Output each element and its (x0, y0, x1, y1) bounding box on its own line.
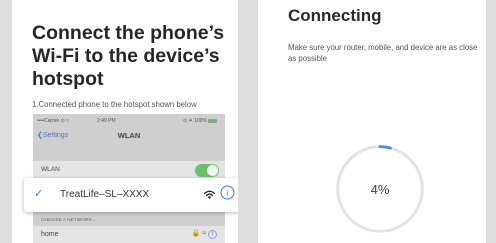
carrier-label: ••••Carrier ⊙ ≈ (37, 118, 69, 124)
info-small-icon[interactable]: i (208, 230, 217, 239)
instruction-text: 1.Connected phone to the hotspot shown b… (32, 100, 197, 109)
nav-title: WLAN (117, 131, 141, 140)
network-row-home[interactable]: home 🔒 ≈ i (33, 226, 225, 243)
wlan-toggle[interactable] (195, 164, 219, 177)
page-title: Connect the phone’s Wi-Fi to the device’… (32, 22, 225, 90)
left-instruction-page: Connect the phone’s Wi-Fi to the device’… (12, 0, 238, 243)
wifi-small-icon: ≈ (202, 230, 207, 237)
choose-network-header: CHOOSE A NETWORK... (41, 218, 96, 223)
battery-text: ⊙ ✦ 100% (183, 118, 207, 124)
settings-navbar: ❮Settings WLAN (33, 127, 225, 147)
progress-percent: 4% (370, 182, 390, 197)
selected-network-row[interactable]: ✓ TreatLife–SL–XXXX i (24, 178, 238, 212)
connecting-subtitle: Make sure your router, mobile, and devic… (288, 43, 478, 63)
status-bar: ••••Carrier ⊙ ≈ 2:49 PM ⊙ ✦ 100% (33, 114, 225, 127)
info-icon[interactable]: i (220, 185, 235, 200)
wlan-label: WLAN (41, 166, 60, 173)
lock-icon: 🔒 (191, 230, 201, 237)
status-time: 2:49 PM (97, 118, 116, 124)
battery-icon (208, 118, 217, 123)
toggle-knob (207, 165, 218, 176)
wlan-toggle-row: WLAN (33, 161, 225, 179)
info-icon-glyph: i (226, 189, 229, 198)
right-connecting-page: Connecting Make sure your router, mobile… (258, 0, 486, 243)
network-ssid: TreatLife–SL–XXXX (60, 189, 150, 200)
connecting-title: Connecting (288, 6, 382, 25)
network-name-home: home (41, 231, 59, 238)
check-icon: ✓ (34, 188, 44, 200)
wifi-icon (204, 190, 215, 199)
network-status-icons: 🔒 ≈ i (192, 229, 217, 239)
battery-status: ⊙ ✦ 100% (183, 118, 217, 124)
